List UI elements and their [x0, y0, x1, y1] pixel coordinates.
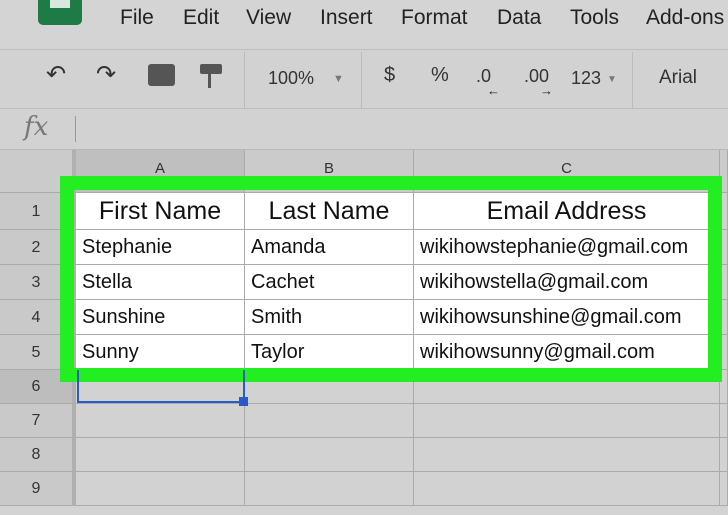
cell[interactable] [245, 404, 414, 438]
fx-label: fx [24, 112, 49, 142]
row-header-7[interactable]: 7 [0, 404, 76, 438]
zoom-dropdown-icon[interactable]: ▼ [333, 73, 344, 85]
font-select[interactable]: Arial [659, 67, 697, 89]
arrow-right-icon: → [540, 83, 553, 98]
undo-icon[interactable]: ↶ [46, 60, 66, 89]
paint-format-handle [208, 74, 211, 88]
menu-format[interactable]: Format [401, 6, 468, 30]
number-format-select[interactable]: 123 [571, 68, 601, 89]
menu-file[interactable]: File [120, 6, 154, 30]
menu-addons[interactable]: Add-ons [646, 6, 724, 30]
formula-bar [0, 110, 728, 150]
arrow-left-icon: ← [487, 83, 500, 98]
formula-input[interactable] [75, 116, 76, 142]
sheets-logo-icon[interactable] [38, 0, 82, 25]
highlight-box [60, 176, 722, 382]
toolbar-divider [361, 52, 362, 108]
toolbar-divider [632, 52, 633, 108]
number-format-dropdown-icon[interactable]: ▼ [607, 74, 617, 85]
cell[interactable] [245, 438, 414, 472]
percent-button[interactable]: % [431, 64, 449, 87]
row-header-8[interactable]: 8 [0, 438, 76, 472]
cell[interactable] [414, 438, 720, 472]
fill-handle[interactable] [239, 397, 248, 406]
cell[interactable] [414, 472, 720, 506]
redo-icon[interactable]: ↷ [96, 60, 116, 89]
cell[interactable] [76, 438, 245, 472]
zoom-select[interactable]: 100% [268, 68, 314, 89]
cell[interactable] [720, 438, 728, 472]
cell[interactable] [720, 404, 728, 438]
menu-view[interactable]: View [246, 6, 291, 30]
toolbar-divider [244, 52, 245, 108]
cell[interactable] [76, 472, 245, 506]
cell[interactable] [245, 472, 414, 506]
cell[interactable] [720, 472, 728, 506]
selected-cell-a6[interactable] [77, 370, 245, 403]
currency-button[interactable]: $ [384, 64, 395, 87]
row-header-9[interactable]: 9 [0, 472, 76, 506]
print-icon[interactable] [148, 64, 175, 86]
cell[interactable] [414, 404, 720, 438]
paint-format-icon[interactable] [200, 64, 222, 74]
menu-data[interactable]: Data [497, 6, 541, 30]
cell[interactable] [76, 404, 245, 438]
menu-insert[interactable]: Insert [320, 6, 373, 30]
menu-tools[interactable]: Tools [570, 6, 619, 30]
menu-edit[interactable]: Edit [183, 6, 219, 30]
